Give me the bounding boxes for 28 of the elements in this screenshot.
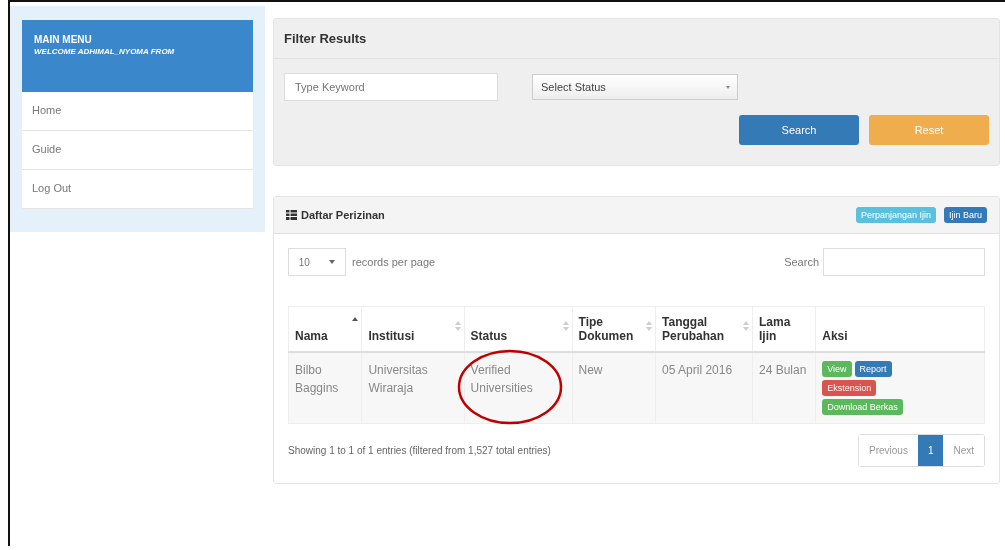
search-label: Search [784,256,819,268]
table-cell: 24 Bulan [752,352,816,424]
page-size-label: records per page [352,256,436,268]
search-field[interactable] [823,248,985,276]
table-cell: New [572,352,656,424]
table-cell: Universitas Wiraraja [361,352,465,424]
page-size-select[interactable]: 10 [288,248,346,276]
action-button[interactable]: Download Berkas [822,399,903,415]
page-link[interactable]: 1 [917,435,944,466]
welcome-text: WELCOME ADHIMAL_NYOMA FROM [34,47,176,56]
menu-item[interactable]: Home [22,92,253,131]
action-button[interactable]: View [822,361,852,377]
panel-title: Filter Results [274,19,999,59]
status-select[interactable]: Select Status [532,74,738,100]
menu-title: MAIN MENU [34,34,93,45]
menu-item[interactable]: Log Out [22,170,253,209]
filter-button[interactable]: Search [739,115,859,145]
entries-info: Showing 1 to 1 of 1 entries (filtered from 1,527 total entries) [288,444,552,458]
action-button[interactable]: Report [854,361,892,377]
table-icon [286,210,297,220]
caret-icon [329,260,336,264]
header-button[interactable]: Ijin Baru [943,207,987,223]
table-cell: Bilbo Baggins [288,352,362,424]
keyword-field[interactable]: Type Keyword [284,73,498,101]
menu-item[interactable]: Guide [22,131,253,170]
panel-title: Daftar Perizinan [301,209,385,221]
action-button[interactable]: Ekstension [822,380,877,396]
table-cell: 05 April 2016 [655,352,753,424]
